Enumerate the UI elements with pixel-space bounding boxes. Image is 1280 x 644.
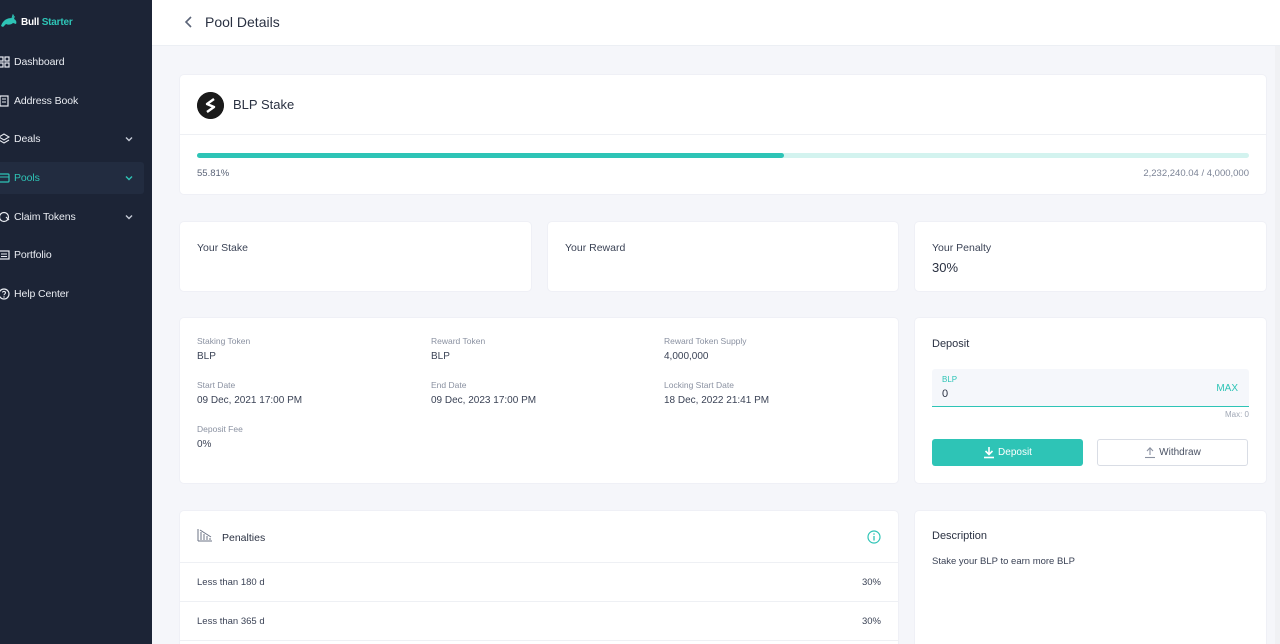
progress-percent: 55.81%	[197, 168, 230, 179]
deposit-card: Deposit BLP MAX Max: 0 Deposit Withdraw	[915, 318, 1266, 483]
staking-token-label: Staking Token	[197, 336, 251, 346]
penalty-row-value: 30%	[861, 616, 881, 627]
penalty-row-label: Less than 180 d	[197, 577, 265, 588]
reward-token-cell: Reward Token BLP	[431, 336, 485, 362]
bull-logo-icon	[1, 14, 17, 27]
penalty-row-label: Less than 365 d	[197, 616, 265, 627]
penalties-header: Penalties	[180, 511, 898, 563]
withdraw-button[interactable]: Withdraw	[1097, 439, 1248, 466]
brand-name: Bull Starter	[21, 17, 73, 28]
reward-token-label: Reward Token	[431, 336, 486, 346]
pool-token-logo-icon	[197, 92, 224, 119]
chevron-down-icon	[125, 137, 133, 142]
sidebar-item-label: Pools	[14, 172, 40, 185]
deposit-button-label: Deposit	[998, 447, 1032, 458]
info-icon[interactable]	[867, 530, 881, 544]
locking-start-label: Locking Start Date	[664, 380, 734, 390]
staking-token-value: BLP	[197, 351, 216, 362]
sidebar-item-label: Claim Tokens	[14, 210, 76, 223]
chart-decline-icon	[197, 529, 212, 542]
locking-start-cell: Locking Start Date 18 Dec, 2022 21:41 PM	[664, 380, 769, 406]
withdraw-button-label: Withdraw	[1159, 447, 1201, 458]
chevron-down-icon	[125, 176, 133, 181]
deposit-button[interactable]: Deposit	[932, 439, 1083, 466]
claim-tokens-icon	[0, 211, 10, 222]
brand-name-part1: Bull	[21, 16, 40, 28]
your-penalty-card: Your Penalty 30%	[915, 222, 1266, 291]
sidebar-item-label: Help Center	[14, 288, 69, 301]
sidebar-item-claim-tokens[interactable]: Claim Tokens	[0, 201, 144, 233]
address-book-icon	[0, 95, 9, 107]
dashboard-icon	[0, 56, 10, 68]
help-icon	[0, 288, 10, 300]
sidebar-item-help-center[interactable]: Help Center	[0, 278, 144, 310]
max-note: Max: 0	[1224, 410, 1249, 419]
download-icon	[984, 447, 995, 459]
pool-progress-fill	[197, 153, 785, 158]
sidebar-nav: Dashboard Address Book Deals Pools Claim…	[0, 46, 152, 317]
pool-name: BLP Stake	[233, 97, 295, 112]
deposit-fee-cell: Deposit Fee 0%	[197, 424, 243, 450]
deposit-amount-input[interactable]	[942, 387, 1192, 401]
deposit-fee-value: 0%	[197, 439, 212, 450]
deposit-amount-field[interactable]: BLP MAX	[932, 369, 1249, 407]
sidebar-item-portfolio[interactable]: Portfolio	[0, 239, 144, 271]
deals-icon	[0, 133, 10, 145]
penalties-title: Penalties	[222, 532, 266, 544]
sidebar-item-label: Dashboard	[14, 56, 65, 68]
max-button[interactable]: MAX	[1216, 383, 1238, 394]
penalties-card: Penalties Less than 180 d 30% Less than …	[180, 511, 898, 644]
pool-header: BLP Stake	[180, 75, 1266, 135]
sidebar-item-pools[interactable]: Pools	[0, 162, 144, 195]
locking-start-value: 18 Dec, 2022 21:41 PM	[664, 395, 770, 406]
end-date-value: 09 Dec, 2023 17:00 PM	[431, 395, 537, 406]
your-stake-label: Your Stake	[197, 242, 248, 254]
back-arrow-icon[interactable]	[182, 14, 196, 30]
staking-token-cell: Staking Token BLP	[197, 336, 250, 362]
reward-token-value: BLP	[431, 351, 450, 362]
start-date-label: Start Date	[197, 380, 236, 390]
sidebar-item-label: Portfolio	[14, 249, 52, 262]
penalty-row-value: 30%	[861, 577, 881, 588]
reward-supply-value: 4,000,000	[664, 351, 709, 362]
start-date-cell: Start Date 09 Dec, 2021 17:00 PM	[197, 380, 302, 406]
sidebar: Bull Starter Dashboard Address Book Deal…	[0, 0, 152, 644]
sidebar-item-dashboard[interactable]: Dashboard	[0, 46, 144, 78]
sidebar-item-label: Address Book	[14, 94, 79, 107]
pool-progress-bar	[197, 153, 1249, 158]
brand-name-part2: Starter	[41, 16, 73, 28]
penalty-row: Less than 180 d 30%	[180, 563, 898, 602]
deposit-title: Deposit	[932, 338, 970, 350]
your-reward-card: Your Reward	[548, 222, 898, 291]
description-card: Description Stake your BLP to earn more …	[915, 511, 1266, 644]
penalty-row: Less than 365 d 30%	[180, 602, 898, 641]
description-text: Stake your BLP to earn more BLP	[932, 556, 1075, 567]
pool-info-card: Staking Token BLP Reward Token BLP Rewar…	[180, 318, 898, 483]
your-stake-card: Your Stake	[180, 222, 531, 291]
your-penalty-value: 30%	[932, 260, 959, 275]
sidebar-item-deals[interactable]: Deals	[0, 123, 144, 155]
sidebar-item-address-book[interactable]: Address Book	[0, 85, 144, 117]
deposit-field-label: BLP	[942, 375, 958, 384]
top-bar: Pool Details	[152, 0, 1280, 46]
page-scrollbar[interactable]	[1275, 46, 1280, 644]
end-date-cell: End Date 09 Dec, 2023 17:00 PM	[431, 380, 536, 406]
start-date-value: 09 Dec, 2021 17:00 PM	[197, 395, 303, 406]
description-title: Description	[932, 530, 988, 542]
your-penalty-label: Your Penalty	[932, 242, 992, 254]
brand[interactable]: Bull Starter	[0, 12, 73, 32]
deposit-fee-label: Deposit Fee	[197, 424, 243, 434]
chevron-down-icon	[125, 214, 133, 220]
pools-icon	[0, 173, 10, 183]
pool-summary-card: BLP Stake 55.81% 2,232,240.04 / 4,000,00…	[180, 75, 1266, 194]
end-date-label: End Date	[431, 380, 467, 390]
your-reward-label: Your Reward	[565, 242, 626, 254]
portfolio-icon	[0, 250, 10, 261]
progress-amount: 2,232,240.04 / 4,000,000	[1143, 168, 1249, 179]
reward-supply-cell: Reward Token Supply 4,000,000	[664, 336, 747, 362]
sidebar-item-label: Deals	[14, 133, 41, 146]
page-title: Pool Details	[205, 14, 280, 30]
upload-icon	[1145, 446, 1156, 459]
reward-supply-label: Reward Token Supply	[664, 336, 747, 346]
